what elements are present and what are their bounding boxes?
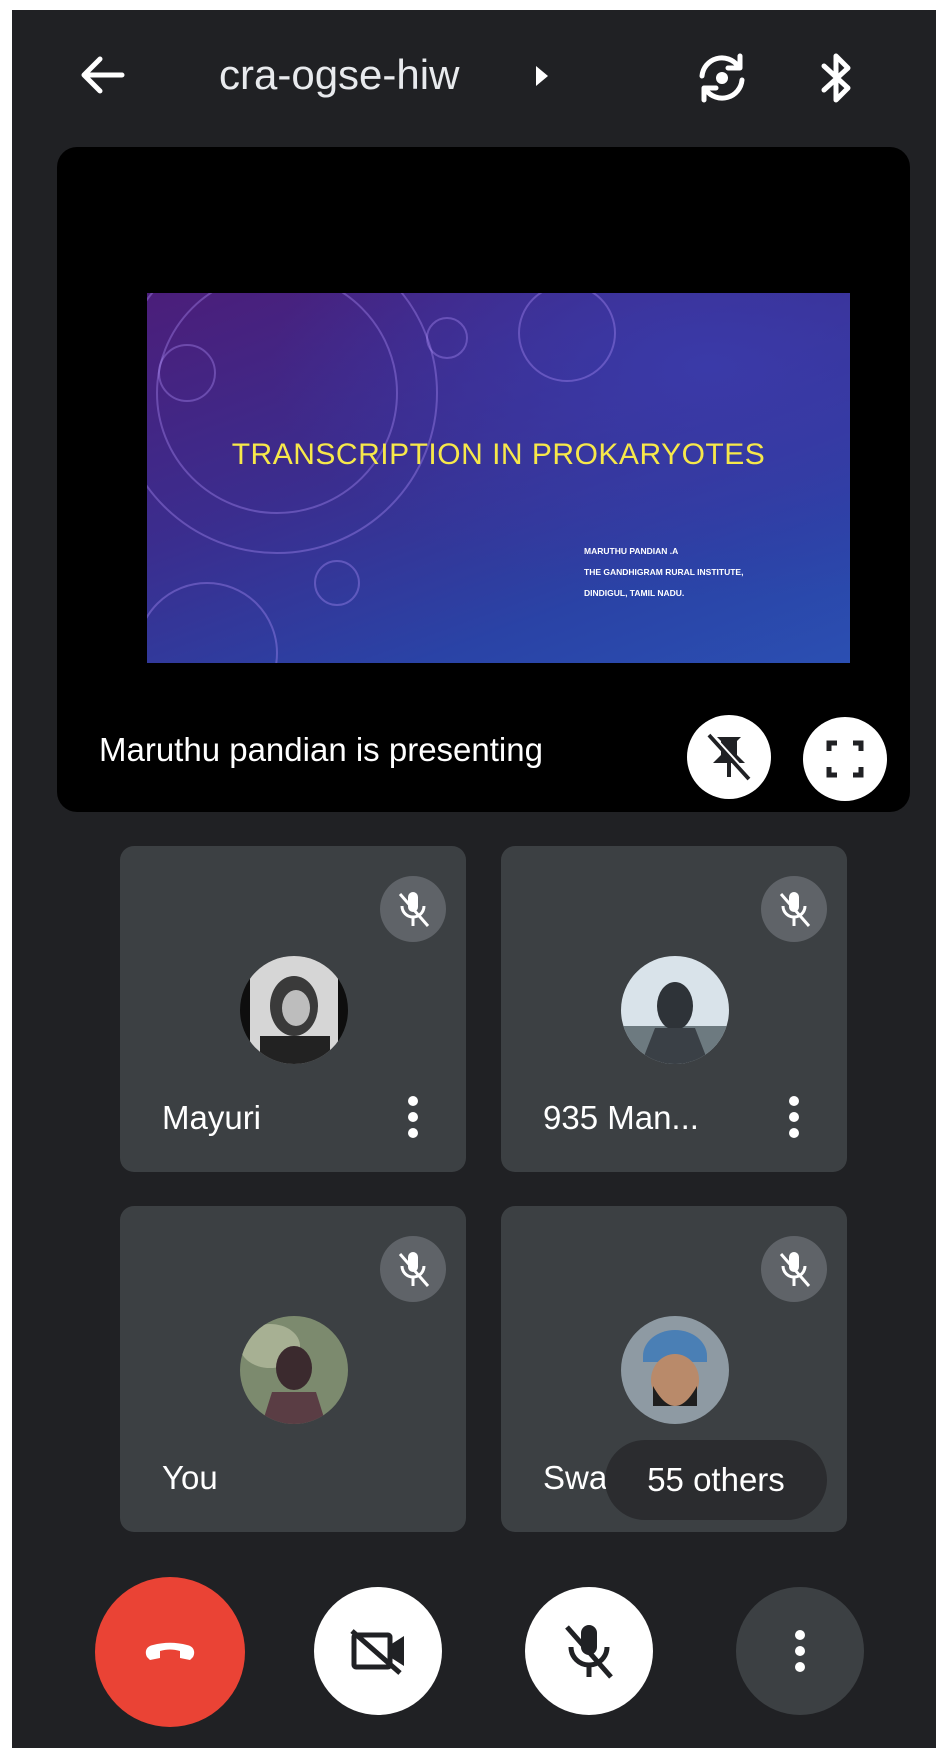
participant-name: 935 Man... [543,1099,699,1136]
mic-toggle-button[interactable] [525,1587,653,1715]
avatar [621,956,729,1064]
participant-tile[interactable]: You [120,1206,466,1532]
top-bar: cra-ogse-hiw [12,10,936,140]
slide-author-line: DINDIGUL, TAMIL NADU. [584,588,685,598]
participant-name: Mayuri [162,1099,262,1136]
mic-off-icon [761,876,827,942]
slide-author: MARUTHU PANDIAN .A THE GANDHIGRAM RURAL … [584,541,743,604]
camera-toggle-button[interactable] [314,1587,442,1715]
more-vert-icon[interactable] [398,1092,428,1142]
avatar [621,1316,729,1424]
arrow-left-icon[interactable] [72,45,132,105]
mic-off-icon [380,876,446,942]
meet-screen: cra-ogse-hiw TRANSCRIPTION IN PROKARYOTE… [12,10,936,1748]
camera-off-icon [350,1629,404,1675]
participant-name: Swa [543,1459,608,1496]
shared-slide: TRANSCRIPTION IN PROKARYOTES MARUTHU PAN… [147,293,850,663]
mic-off-icon [380,1236,446,1302]
presentation-panel[interactable]: TRANSCRIPTION IN PROKARYOTES MARUTHU PAN… [57,147,910,812]
meeting-code[interactable]: cra-ogse-hiw [219,50,459,100]
slide-title: TRANSCRIPTION IN PROKARYOTES [231,438,766,471]
more-vert-icon[interactable] [779,1092,809,1142]
fullscreen-button[interactable] [803,717,887,801]
call-end-icon [145,1642,195,1660]
more-vert-icon [795,1630,805,1672]
caret-right-icon[interactable] [532,62,552,90]
fullscreen-icon [826,740,864,778]
participant-tile[interactable]: Mayuri [120,846,466,1172]
more-options-button[interactable] [736,1587,864,1715]
slide-author-line: THE GANDHIGRAM RURAL INSTITUTE, [584,567,744,577]
bluetooth-icon[interactable] [812,48,862,108]
avatar [240,1316,348,1424]
avatar [240,956,348,1064]
unpin-button[interactable] [687,715,771,799]
others-count-button[interactable]: 55 others [605,1440,827,1520]
switch-camera-icon[interactable] [692,48,752,108]
slide-author-line: MARUTHU PANDIAN .A [584,546,679,556]
mic-off-icon [761,1236,827,1302]
end-call-button[interactable] [95,1577,245,1727]
presenting-label: Maruthu pandian is presenting [99,731,543,768]
participant-tile[interactable]: 935 Man... [501,846,847,1172]
mic-off-icon [565,1625,613,1679]
unpin-icon [707,732,752,781]
slide-decoration [147,293,616,663]
participant-name: You [162,1459,218,1496]
